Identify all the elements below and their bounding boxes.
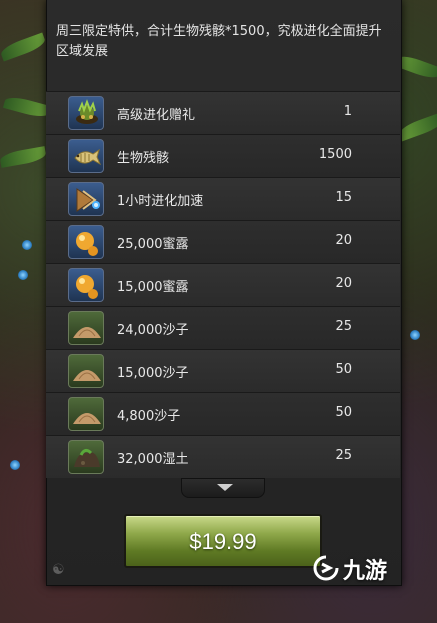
watermark-logo-icon [313, 555, 339, 581]
background-leaf [0, 146, 47, 168]
item-name: 生物残骸 [117, 151, 170, 166]
item-name: 15,000沙子 [117, 366, 189, 381]
list-item: 25,000蜜露 20 [46, 220, 400, 263]
item-quantity: 25 [335, 319, 352, 334]
item-quantity: 15 [335, 190, 352, 205]
honeydew-icon [68, 225, 104, 259]
background-glow [22, 240, 32, 250]
item-quantity: 20 [335, 276, 352, 291]
reward-list[interactable]: 高级进化赠礼 1 生物残骸 1500 1小时进化加速 15 25,000蜜露 2… [46, 91, 400, 478]
list-item: 1小时进化加速 15 [46, 177, 400, 220]
item-name: 32,000湿土 [117, 452, 189, 467]
item-name: 高级进化赠礼 [117, 108, 196, 123]
list-item: 24,000沙子 25 [46, 306, 400, 349]
item-name: 25,000蜜露 [117, 237, 189, 252]
item-quantity: 1500 [318, 147, 352, 162]
background-glow [410, 330, 420, 340]
item-name: 24,000沙子 [117, 323, 189, 338]
list-item: 32,000湿土 25 [46, 435, 400, 478]
sand-pile-icon [68, 397, 104, 431]
fish-skeleton-icon [68, 139, 104, 173]
item-name: 1小时进化加速 [117, 194, 204, 209]
buy-button[interactable]: $19.99 [124, 514, 322, 568]
speedup-arrow-icon [68, 182, 104, 216]
list-item: 15,000沙子 50 [46, 349, 400, 392]
list-item: 15,000蜜露 20 [46, 263, 400, 306]
sand-pile-icon [68, 354, 104, 388]
honeydew-icon [68, 268, 104, 302]
list-item: 高级进化赠礼 1 [46, 91, 400, 134]
offer-description: 周三限定特供，合计生物残骸*1500，究极进化全面提升区域发展 [56, 24, 382, 59]
chevron-down-icon [217, 484, 233, 491]
item-name: 4,800沙子 [117, 409, 181, 424]
scroll-down-button[interactable] [181, 478, 265, 498]
wet-soil-icon [68, 440, 104, 474]
sand-pile-icon [68, 311, 104, 345]
watermark-text: 九游 [343, 559, 388, 584]
list-item: 4,800沙子 50 [46, 392, 400, 435]
item-name: 15,000蜜露 [117, 280, 189, 295]
gift-icon [68, 96, 104, 130]
background-leaf [0, 32, 48, 62]
corner-emblem-icon: ☯ [52, 562, 65, 578]
background-glow [10, 460, 20, 470]
background-leaf [2, 94, 52, 120]
price-label: $19.99 [189, 529, 257, 554]
item-quantity: 50 [335, 405, 352, 420]
item-quantity: 25 [335, 448, 352, 463]
background-leaf [396, 112, 437, 142]
background-glow [18, 270, 28, 280]
list-item: 生物残骸 1500 [46, 134, 400, 177]
item-quantity: 1 [343, 104, 352, 119]
item-quantity: 50 [335, 362, 352, 377]
item-quantity: 20 [335, 233, 352, 248]
